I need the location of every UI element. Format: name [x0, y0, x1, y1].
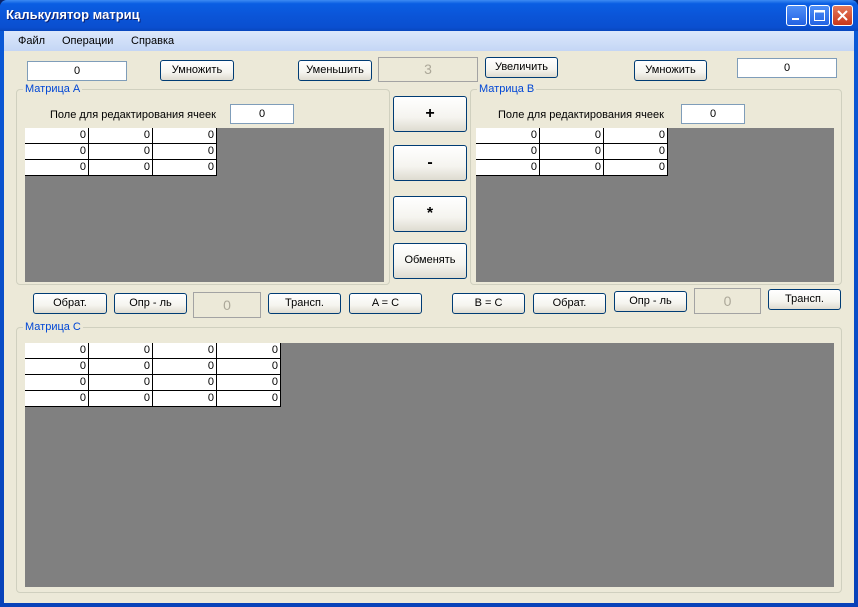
matrix-c-grid[interactable]: 0000000000000000 [25, 343, 834, 587]
matrix-cell[interactable]: 0 [540, 128, 604, 144]
decrease-size-button[interactable]: Уменьшить [298, 60, 372, 81]
matrix-cell[interactable]: 0 [476, 160, 540, 176]
matrix-c-label: Матрица C [23, 321, 83, 333]
matrix-a-edit-label: Поле для редактирования ячеек [50, 109, 216, 121]
matrix-b-edit-input[interactable]: 0 [681, 104, 745, 124]
matrix-cell[interactable]: 0 [153, 391, 217, 407]
matrix-cell[interactable]: 0 [89, 391, 153, 407]
swap-button[interactable]: Обменять [393, 243, 467, 279]
matrix-cell[interactable]: 0 [540, 144, 604, 160]
matrix-cell[interactable]: 0 [540, 160, 604, 176]
inverse-a-button[interactable]: Обрат. [33, 293, 107, 314]
matrix-cell[interactable]: 0 [604, 128, 668, 144]
matrix-cell[interactable]: 0 [604, 160, 668, 176]
matrix-b-edit-label: Поле для редактирования ячеек [498, 109, 664, 121]
multiply-b-by-scalar-button[interactable]: Умножить [634, 60, 707, 81]
close-icon [837, 10, 848, 21]
minimize-icon [792, 18, 799, 20]
matrix-cell[interactable]: 0 [153, 144, 217, 160]
copy-c-to-b-button[interactable]: B = C [452, 293, 525, 314]
transpose-a-button[interactable]: Трансп. [268, 293, 341, 314]
menu-operations[interactable]: Операции [62, 35, 113, 47]
matrix-cell[interactable]: 0 [604, 144, 668, 160]
matrix-cell[interactable]: 0 [153, 343, 217, 359]
matrix-cell[interactable]: 0 [25, 391, 89, 407]
matrix-cell[interactable]: 0 [476, 128, 540, 144]
determinant-b-button[interactable]: Опр - ль [614, 291, 687, 312]
matrix-cell[interactable]: 0 [217, 375, 281, 391]
determinant-a-button[interactable]: Опр - ль [114, 293, 187, 314]
matrix-cell[interactable]: 0 [25, 160, 89, 176]
matrix-cell[interactable]: 0 [217, 391, 281, 407]
left-factor-input[interactable]: 0 [27, 61, 127, 81]
determinant-a-display: 0 [193, 292, 261, 318]
menu-help[interactable]: Справка [131, 35, 174, 47]
menu-file[interactable]: Файл [18, 35, 45, 47]
matrix-size-display: 3 [378, 57, 478, 82]
subtract-button[interactable]: - [393, 145, 467, 181]
app-window: Калькулятор матриц Файл Операции Справка… [0, 0, 858, 607]
multiply-a-by-scalar-button[interactable]: Умножить [160, 60, 234, 81]
matrix-cell[interactable]: 0 [217, 343, 281, 359]
matrix-cell[interactable]: 0 [89, 359, 153, 375]
matrix-cell[interactable]: 0 [89, 144, 153, 160]
maximize-button[interactable] [809, 5, 830, 26]
matrix-b-label: Матрица B [477, 83, 537, 95]
matrix-a-label: Матрица A [23, 83, 83, 95]
matrix-cell[interactable]: 0 [153, 160, 217, 176]
matrix-cell[interactable]: 0 [25, 359, 89, 375]
close-button[interactable] [832, 5, 853, 26]
minimize-button[interactable] [786, 5, 807, 26]
multiply-matrices-button[interactable]: * [393, 196, 467, 232]
add-button[interactable]: + [393, 96, 467, 132]
transpose-b-button[interactable]: Трансп. [768, 289, 841, 310]
matrix-a-edit-input[interactable]: 0 [230, 104, 294, 124]
matrix-cell[interactable]: 0 [25, 128, 89, 144]
right-factor-input[interactable]: 0 [737, 58, 837, 78]
title-bar[interactable]: Калькулятор матриц [0, 0, 858, 31]
maximize-icon [814, 10, 825, 21]
menu-bar: Файл Операции Справка [4, 31, 854, 51]
inverse-b-button[interactable]: Обрат. [533, 293, 606, 314]
matrix-cell[interactable]: 0 [89, 160, 153, 176]
matrix-b-grid[interactable]: 000000000 [476, 128, 834, 282]
matrix-cell[interactable]: 0 [153, 128, 217, 144]
matrix-cell[interactable]: 0 [153, 375, 217, 391]
matrix-cell[interactable]: 0 [153, 359, 217, 375]
matrix-cell[interactable]: 0 [25, 343, 89, 359]
increase-size-button[interactable]: Увеличить [485, 57, 558, 78]
matrix-cell[interactable]: 0 [25, 144, 89, 160]
determinant-b-display: 0 [694, 288, 761, 314]
matrix-cell[interactable]: 0 [476, 144, 540, 160]
matrix-cell[interactable]: 0 [89, 375, 153, 391]
matrix-cell[interactable]: 0 [217, 359, 281, 375]
matrix-a-grid[interactable]: 000000000 [25, 128, 384, 282]
copy-c-to-a-button[interactable]: A = C [349, 293, 422, 314]
client-area: Файл Операции Справка 0 Умножить Уменьши… [4, 31, 854, 603]
matrix-cell[interactable]: 0 [89, 343, 153, 359]
matrix-cell[interactable]: 0 [25, 375, 89, 391]
matrix-cell[interactable]: 0 [89, 128, 153, 144]
window-title: Калькулятор матриц [6, 7, 140, 22]
